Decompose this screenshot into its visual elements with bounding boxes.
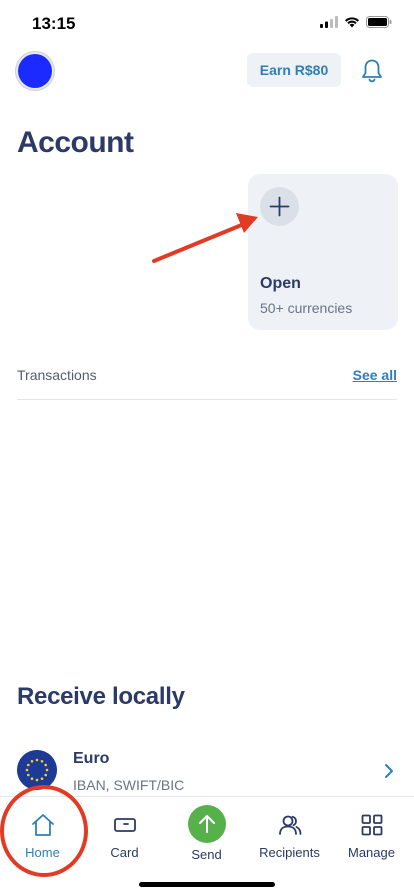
nav-label: Manage [348, 845, 395, 860]
send-button[interactable] [187, 805, 226, 843]
nav-recipients[interactable]: Recipients [248, 797, 331, 867]
open-account-card[interactable]: Open 50+ currencies [248, 174, 398, 330]
signal-icon [320, 16, 338, 28]
card-icon [113, 818, 136, 832]
nav-manage[interactable]: Manage [330, 797, 413, 867]
add-button[interactable] [260, 187, 299, 226]
wifi-icon [345, 17, 359, 28]
nav-label: Home [25, 845, 60, 860]
transactions-label: Transactions [17, 367, 97, 383]
open-card-title: Open [260, 275, 301, 292]
send-arrow-icon [198, 815, 215, 833]
nav-label: Recipients [259, 845, 320, 860]
home-indicator [139, 882, 275, 887]
nav-label: Send [191, 847, 222, 862]
nav-send[interactable]: Send [165, 797, 248, 867]
chevron-right-icon [385, 764, 393, 778]
plus-icon [269, 196, 290, 217]
status-bar: 13:15 [0, 0, 414, 48]
see-all-link[interactable]: See all [353, 367, 397, 383]
page-title: Account [17, 126, 134, 159]
battery-icon [366, 16, 392, 28]
avatar[interactable] [18, 54, 52, 88]
bell-icon[interactable] [360, 58, 384, 84]
receive-locally-title: Receive locally [17, 683, 185, 710]
bottom-nav: Home Card Send Recipients Manage [0, 796, 414, 896]
home-icon [31, 814, 54, 836]
currency-detail: IBAN, SWIFT/BIC [73, 777, 185, 793]
nav-card[interactable]: Card [83, 797, 166, 867]
grid-icon [361, 814, 382, 836]
divider [17, 399, 397, 400]
list-item[interactable]: Euro IBAN, SWIFT/BIC [0, 744, 414, 798]
status-icons [320, 16, 392, 28]
currency-name: Euro [73, 750, 110, 767]
nav-label: Card [110, 845, 139, 860]
eu-flag-icon [17, 750, 57, 790]
nav-home[interactable]: Home [1, 797, 84, 867]
open-card-subtitle: 50+ currencies [260, 300, 353, 316]
status-time: 13:15 [32, 14, 76, 33]
recipients-icon [278, 815, 301, 835]
earn-referral-button[interactable]: Earn R$80 [247, 53, 341, 87]
